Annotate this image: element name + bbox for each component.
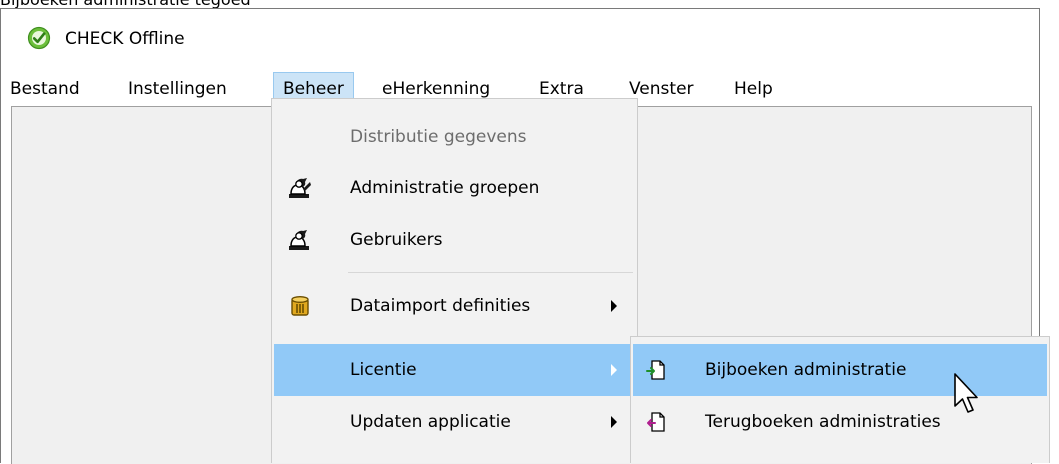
user-icon	[289, 230, 309, 250]
menu-item-label: Administratie groepen	[350, 178, 540, 198]
user-group-icon	[289, 178, 311, 198]
beheer-dropdown-menu: Distributie gegevens Administratie groep…	[271, 98, 638, 463]
menu-instellingen[interactable]: Instellingen	[119, 72, 236, 106]
mouse-cursor-icon	[954, 373, 978, 413]
submenu-arrow-icon	[611, 364, 617, 376]
menu-item-updaten-applicatie[interactable]: Updaten applicatie	[274, 396, 635, 448]
green-check-circle-icon	[27, 26, 51, 50]
licentie-submenu: Bijboeken administratie Terugboeken admi…	[630, 336, 1050, 463]
title-bar: CHECK Offline	[1, 9, 1039, 65]
menu-item-label: Terugboeken administraties	[705, 412, 941, 432]
menu-help[interactable]: Help	[725, 72, 782, 106]
menu-item-label: Updaten applicatie	[350, 412, 511, 432]
menu-item-distributie-gegevens: Distributie gegevens	[274, 111, 635, 163]
menu-item-bijboeken-administratie[interactable]: Bijboeken administratie	[633, 344, 1047, 396]
menu-separator	[348, 272, 633, 273]
menu-item-label: Bijboeken administratie	[705, 360, 907, 380]
database-icon	[291, 296, 309, 316]
window-title: CHECK Offline	[65, 29, 185, 49]
menu-bestand[interactable]: Bestand	[1, 72, 89, 106]
menu-item-dataimport-definities[interactable]: Dataimport definities	[274, 280, 635, 332]
menu-item-label: Distributie gegevens	[350, 127, 527, 147]
menu-item-administratie-groepen[interactable]: Administratie groepen	[274, 162, 635, 214]
menu-item-label: Gebruikers	[350, 230, 443, 250]
menu-item-gebruikers[interactable]: Gebruikers	[274, 214, 635, 266]
menu-item-label: Dataimport definities	[350, 296, 531, 316]
menu-item-terugboeken-administraties[interactable]: Terugboeken administraties	[633, 396, 1047, 448]
menu-item-licentie[interactable]: Licentie	[274, 344, 635, 396]
submenu-arrow-icon	[611, 416, 617, 428]
document-return-icon	[647, 412, 665, 432]
menu-item-label: Licentie	[350, 360, 417, 380]
submenu-arrow-icon	[611, 300, 617, 312]
document-add-icon	[646, 360, 665, 380]
